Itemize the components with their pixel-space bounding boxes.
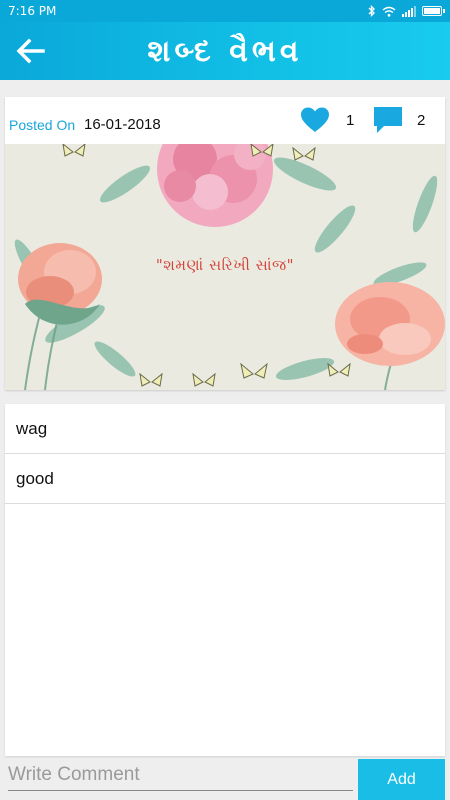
arrow-left-icon: [16, 38, 45, 64]
app-title: શબ્દ વૈભવ: [147, 33, 303, 69]
status-time: 7:16 PM: [8, 4, 57, 18]
app-bar: શબ્દ વૈભવ: [0, 22, 450, 80]
battery-level: [424, 8, 441, 14]
image-caption: "શમણાં સરિખી સાંજ": [155, 256, 295, 274]
post-image[interactable]: "શમણાં સરિખી સાંજ": [5, 144, 445, 390]
post-card: Posted On 16-01-2018 1 2 "શમણાં સરિખી સા…: [5, 97, 445, 390]
add-comment-button[interactable]: Add: [358, 759, 445, 800]
posted-date: 16-01-2018: [84, 116, 161, 133]
comment-item: good: [5, 454, 445, 504]
posted-on-label: Posted On: [9, 117, 76, 133]
wifi-icon: [382, 6, 396, 17]
signal-icon: [402, 5, 416, 17]
comment-input[interactable]: [8, 759, 353, 791]
status-icons: [368, 5, 445, 17]
battery-icon: [422, 6, 445, 16]
comment-count: 2: [417, 112, 426, 129]
comment-item: wag: [5, 404, 445, 454]
heart-icon[interactable]: [300, 106, 330, 134]
comment-icon[interactable]: [373, 106, 403, 134]
bluetooth-icon: [368, 5, 375, 17]
like-count: 1: [346, 112, 355, 129]
post-meta: Posted On 16-01-2018 1 2: [5, 97, 445, 144]
back-button[interactable]: [0, 22, 60, 80]
comments-list: wag good: [5, 404, 445, 756]
status-bar: 7:16 PM: [0, 0, 450, 22]
